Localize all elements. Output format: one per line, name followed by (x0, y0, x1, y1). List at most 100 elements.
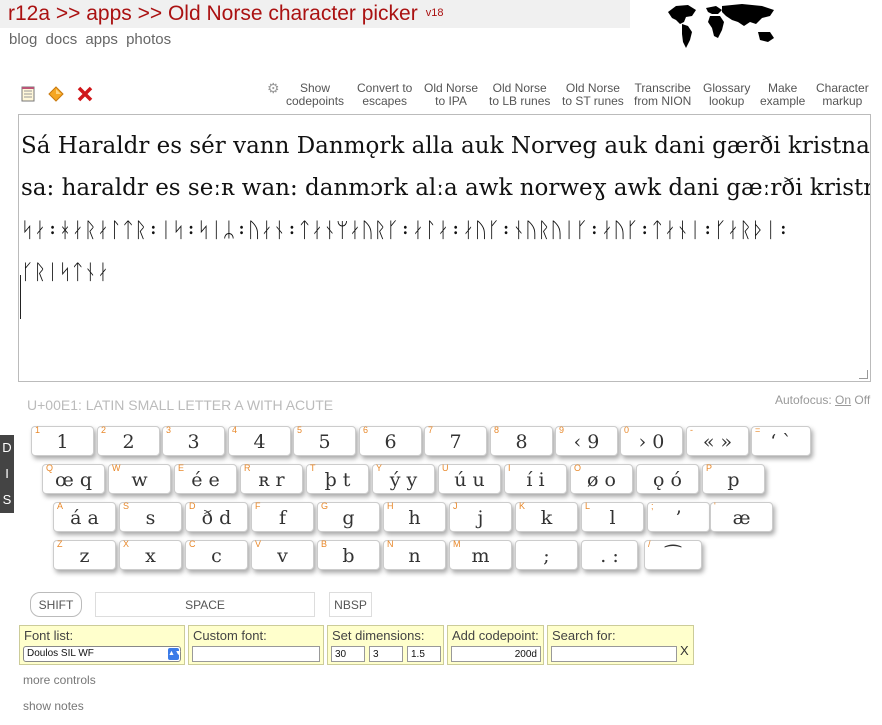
key-shortcut: 7 (428, 425, 434, 435)
key-shortcut: ; (651, 501, 654, 511)
key[interactable]: Hh (383, 501, 446, 532)
key-shortcut: 8 (494, 425, 500, 435)
norse-to-ipa-button[interactable]: Old Norse to IPA (424, 82, 478, 108)
page-title: r12a >> apps >> Old Norse character pick… (8, 2, 443, 26)
key[interactable]: . : (581, 540, 638, 570)
site-nav: blog docs apps photos (9, 31, 175, 48)
nbsp-button[interactable]: NBSP (329, 592, 372, 617)
key[interactable]: Nn (383, 539, 446, 570)
show-codepoints-button[interactable]: Show codepoints (286, 82, 344, 108)
key[interactable]: Eé e (174, 463, 237, 494)
norse-to-st-runes-button[interactable]: Old Norse to ST runes (562, 82, 624, 108)
key-shortcut: F (255, 501, 261, 511)
norse-to-lb-runes-button[interactable]: Old Norse to LB runes (489, 82, 550, 108)
space-button[interactable]: SPACE (95, 592, 315, 617)
add-codepoint-input[interactable]: 200d (451, 646, 541, 662)
key-shortcut: - (690, 425, 693, 435)
transcribe-nion-button[interactable]: Transcribe from NION (634, 82, 691, 108)
key[interactable]: Ll (581, 501, 644, 532)
custom-font-input[interactable] (192, 646, 320, 662)
key[interactable]: 77 (424, 425, 487, 456)
key[interactable]: Xx (119, 539, 182, 570)
search-input[interactable] (551, 646, 677, 662)
key[interactable]: Gg (317, 501, 380, 532)
key[interactable]: 9 ‹ 9 (555, 425, 618, 456)
side-tab[interactable]: DIS (0, 435, 14, 513)
font-list-select[interactable]: Doulos SIL WF ▲▼ (23, 646, 182, 662)
key[interactable]: 44 (228, 425, 291, 456)
key[interactable]: ;’ (647, 501, 710, 532)
clear-search-button[interactable]: X (680, 643, 689, 658)
button-line: to IPA (435, 94, 467, 108)
output-textarea[interactable]: Sá Haraldr es sér vann Danmǫrk alla auk … (18, 114, 871, 382)
key[interactable]: Ss (119, 501, 182, 532)
key[interactable]: Vv (251, 539, 314, 570)
notepad-icon[interactable] (19, 85, 37, 103)
key[interactable]: Kk (515, 501, 578, 532)
dimension-input-2[interactable]: 3 (369, 646, 403, 662)
show-notes-link[interactable]: show notes (23, 699, 84, 713)
key[interactable]: Cc (185, 539, 248, 570)
font-list-value: Doulos SIL WF (27, 648, 94, 659)
key[interactable]: Pp (702, 463, 765, 494)
key[interactable]: Yý y (372, 463, 435, 494)
dimension-input-3[interactable]: 1.5 (407, 646, 441, 662)
key-shortcut: L (585, 501, 591, 511)
key-char: ‹ 9 (573, 431, 600, 453)
character-markup-button[interactable]: Character markup (816, 82, 869, 108)
world-map-icon[interactable] (666, 2, 782, 50)
key-shortcut: Q (46, 463, 54, 473)
nav-apps[interactable]: apps (85, 31, 118, 48)
dimension-input-1[interactable]: 30 (331, 646, 365, 662)
autofocus-off[interactable]: Off (854, 393, 870, 407)
key-shortcut: Z (57, 539, 63, 549)
key-char: ð d (201, 507, 232, 529)
resize-handle[interactable] (859, 370, 868, 379)
key[interactable]: Qœ q (42, 463, 105, 494)
nav-photos[interactable]: photos (126, 31, 171, 48)
key[interactable]: Uú u (438, 463, 501, 494)
text-caret (20, 275, 21, 319)
key[interactable]: ǫ ó (636, 464, 699, 494)
diamond-icon[interactable] (47, 85, 65, 103)
key[interactable]: Ff (251, 501, 314, 532)
convert-escapes-button[interactable]: Convert to escapes (357, 82, 412, 108)
key-char: z (79, 545, 90, 567)
key-char: ø o (587, 469, 616, 491)
more-controls-link[interactable]: more controls (23, 673, 96, 687)
key[interactable]: / ⁀ (644, 539, 702, 570)
shift-button[interactable]: SHIFT (30, 592, 82, 617)
key-char: x (145, 545, 156, 567)
autofocus-on[interactable]: On (835, 393, 851, 407)
make-example-button[interactable]: Make example (760, 82, 805, 108)
key[interactable]: ' æ (710, 501, 773, 532)
key[interactable]: ; (515, 540, 578, 570)
close-icon[interactable] (76, 85, 94, 103)
key[interactable]: 22 (97, 425, 160, 456)
key[interactable]: Rʀ r (240, 463, 303, 494)
key[interactable]: 66 (359, 425, 422, 456)
nav-blog[interactable]: blog (9, 31, 37, 48)
key[interactable]: 55 (293, 425, 356, 456)
key[interactable]: Aá a (53, 501, 116, 532)
key[interactable]: Dð d (185, 501, 248, 532)
key[interactable]: 33 (162, 425, 225, 456)
gear-icon[interactable]: ⚙ (267, 80, 280, 97)
key[interactable]: Bb (317, 539, 380, 570)
key[interactable]: Ww (108, 463, 171, 494)
key[interactable]: 11 (31, 425, 94, 456)
nav-docs[interactable]: docs (46, 31, 78, 48)
key[interactable]: Ií i (504, 463, 567, 494)
key[interactable]: Jj (449, 501, 512, 532)
key[interactable]: - « » (686, 425, 749, 456)
key[interactable]: Mm (449, 539, 512, 570)
key[interactable]: Tþ t (306, 463, 369, 494)
key[interactable]: 88 (490, 425, 553, 456)
key-shortcut: W (112, 463, 121, 473)
key[interactable]: = ‘ ` (751, 425, 811, 456)
button-line: markup (822, 94, 863, 108)
key[interactable]: 0 › 0 (620, 425, 683, 456)
glossary-lookup-button[interactable]: Glossary lookup (703, 82, 750, 108)
key[interactable]: Oø o (570, 463, 633, 494)
key[interactable]: Zz (53, 539, 116, 570)
